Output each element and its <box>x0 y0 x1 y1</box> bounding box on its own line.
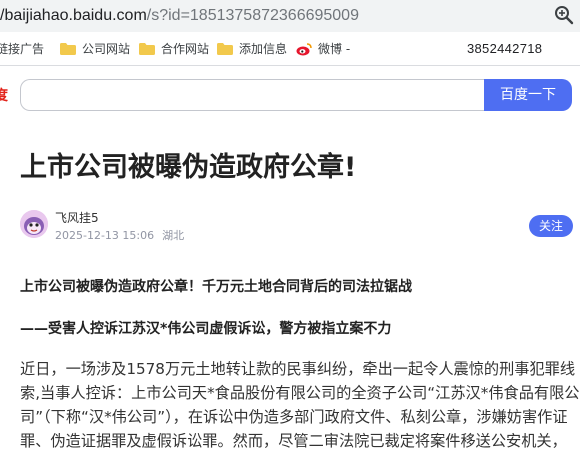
address-bar[interactable]: /baijiahao.baidu.com/s?id=18513758723666… <box>0 0 580 32</box>
follow-button[interactable]: 关注 <box>529 215 573 237</box>
author-avatar[interactable] <box>20 210 48 238</box>
bookmark-item-partner-site[interactable]: 合作网站 <box>139 40 209 58</box>
folder-icon <box>60 43 76 55</box>
bookmark-item-weibo[interactable]: 微博 - <box>296 40 350 58</box>
folder-icon <box>217 43 233 55</box>
bookmark-label: 公司网站 <box>82 42 131 56</box>
body-text-line: 索,当事人控诉：上市公司天*食品股份有限公司的全资子公司“江苏汉*伟食品有限公 <box>20 384 580 402</box>
bookmark-label: 添加信息 <box>239 42 288 56</box>
avatar-image <box>20 210 48 238</box>
publish-date: 2025-12-13 15:06 <box>55 229 155 242</box>
article-meta: 2025-12-13 15:06 湖北 <box>55 229 192 243</box>
article-subtitle-secondary: ——受害人控诉江苏汉*伟公司虚假诉讼，警方被指立案不力 <box>20 321 392 337</box>
bookmark-item-ad-links[interactable]: 链接广告 <box>0 40 44 58</box>
bookmark-label: 链接广告 <box>0 42 45 56</box>
zoom-icon[interactable] <box>554 5 574 25</box>
bookmark-number: 3852442718 <box>467 41 543 56</box>
url-text[interactable]: /baijiahao.baidu.com/s?id=18513758723666… <box>0 5 359 27</box>
url-host: /baijiahao.baidu.com <box>0 7 147 24</box>
url-query: /s?id=1851375872366695009 <box>146 7 359 24</box>
folder-icon <box>139 43 155 55</box>
baidu-logo-fragment: 度 <box>0 88 8 104</box>
bookmark-label: 合作网站 <box>161 42 210 56</box>
bookmarks-bar: 链接广告 公司网站 合作网站 添加信息 微博 - 3852442718 <box>0 32 580 66</box>
article-subtitle: 上市公司被曝伪造政府公章！千万元土地合同背后的司法拉锯战 <box>20 279 412 295</box>
bookmark-item-company-site[interactable]: 公司网站 <box>60 40 130 58</box>
weibo-icon <box>296 43 312 56</box>
search-button[interactable]: 百度一下 <box>484 79 572 111</box>
search-input[interactable] <box>20 79 486 111</box>
article-title: 上市公司被曝伪造政府公章! <box>20 152 357 183</box>
bookmark-item-add-info[interactable]: 添加信息 <box>217 40 289 58</box>
publish-location: 湖北 <box>162 229 185 242</box>
body-text-line: 近日，一场涉及1578万元土地转让款的民事纠纷，牵出一起令人震惊的刑事犯罪线 <box>20 360 576 378</box>
body-text-line: 罪、伪造证据罪及虚假诉讼罪。然而，尽管二审法院已裁定将案件移送公安机关， <box>20 432 567 450</box>
search-bar: 度 百度一下 <box>0 66 580 128</box>
body-text-line: 司”（下称“汉*伟公司”），在诉讼中伪造多部门政府文件、私刻公章，涉嫌妨害作证 <box>20 408 568 426</box>
author-name[interactable]: 飞风挂5 <box>55 211 99 225</box>
bookmark-label: 微博 - <box>318 42 351 56</box>
